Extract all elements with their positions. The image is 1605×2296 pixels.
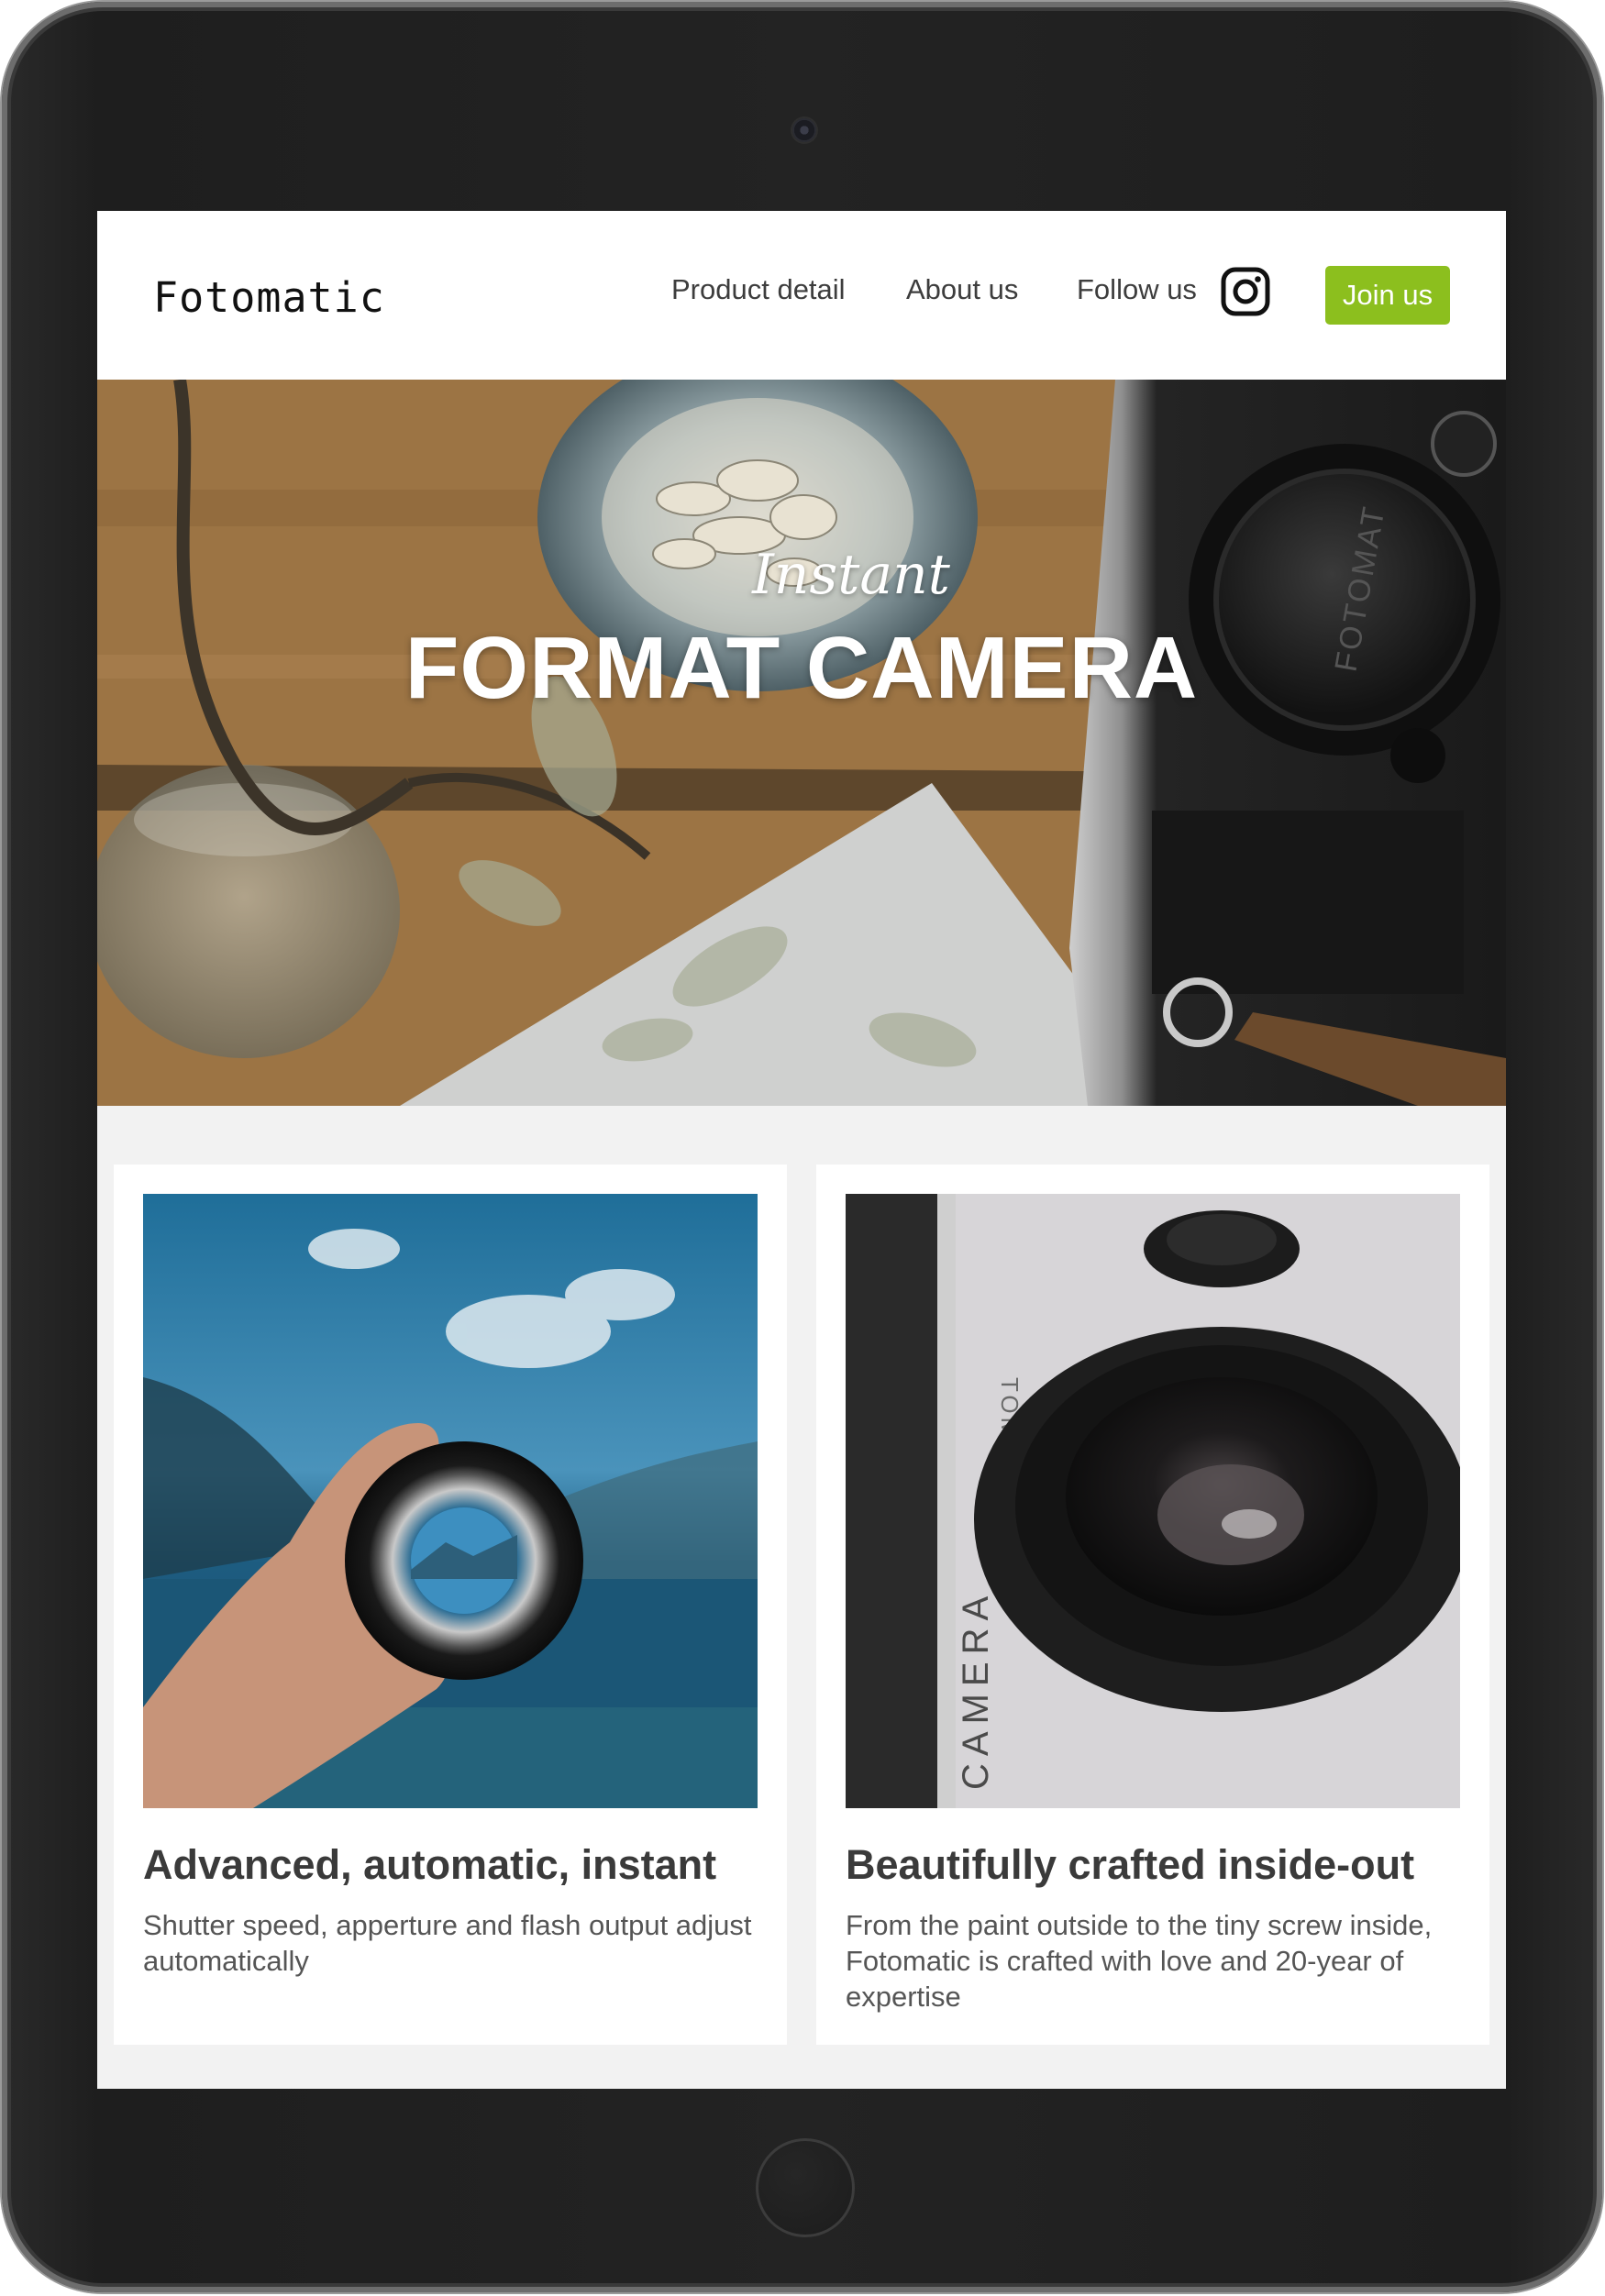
navbar: Fotomatic Product detail About us Follow… bbox=[97, 211, 1506, 380]
tablet-frame: Fotomatic Product detail About us Follow… bbox=[2, 2, 1602, 2292]
home-button[interactable] bbox=[756, 2138, 855, 2237]
feature-card-crafted: CAMERA TOMATIC Beautifully crafted insid… bbox=[816, 1165, 1489, 2045]
nav-follow-us[interactable]: Follow us bbox=[1077, 273, 1197, 306]
logo[interactable]: Fotomatic bbox=[153, 273, 385, 322]
photo-label-camera: CAMERA bbox=[956, 1589, 996, 1790]
hero-banner: FOTOMAT Instant FORMAT CAMERA bbox=[97, 380, 1506, 1106]
join-us-button[interactable]: Join us bbox=[1325, 266, 1450, 325]
feature-card-automatic: Advanced, automatic, instant Shutter spe… bbox=[114, 1165, 787, 2045]
card-title: Advanced, automatic, instant bbox=[143, 1841, 717, 1888]
hero-script-text: Instant bbox=[752, 543, 950, 607]
instagram-icon[interactable] bbox=[1220, 266, 1271, 317]
lens-landscape-photo bbox=[143, 1194, 758, 1808]
card-description: Shutter speed, apperture and flash outpu… bbox=[143, 1909, 752, 1977]
nav-product-detail[interactable]: Product detail bbox=[671, 273, 846, 306]
card-description: From the paint outside to the tiny screw… bbox=[846, 1909, 1433, 2013]
nav-about-us[interactable]: About us bbox=[906, 273, 1018, 306]
hero-photo: FOTOMAT bbox=[97, 380, 1506, 1106]
lens-on-box-photo: CAMERA TOMATIC bbox=[846, 1194, 1460, 1808]
card-title: Beautifully crafted inside-out bbox=[846, 1841, 1415, 1888]
front-camera bbox=[792, 118, 816, 142]
hero-title: FORMAT CAMERA bbox=[404, 619, 1199, 717]
screen: Fotomatic Product detail About us Follow… bbox=[97, 211, 1506, 2089]
